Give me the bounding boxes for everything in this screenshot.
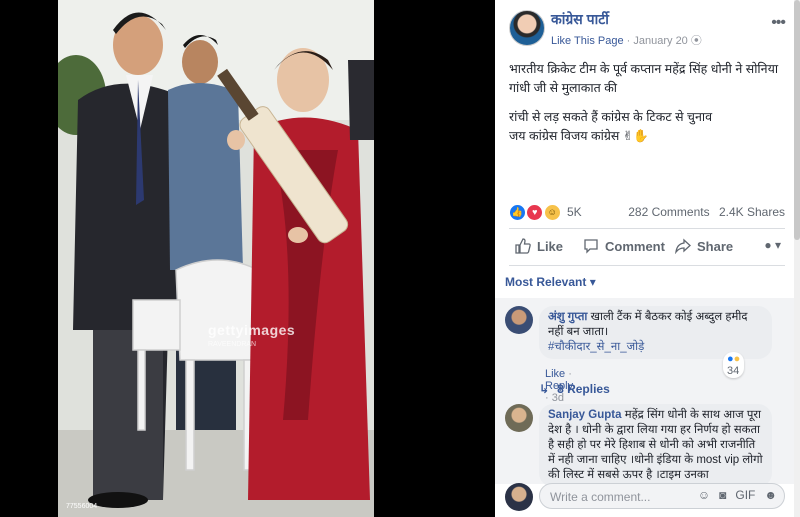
post-actions: Like Comment Share ● ▾: [509, 234, 785, 260]
scrollbar[interactable]: [794, 0, 800, 517]
avatar[interactable]: [505, 404, 533, 432]
reactions-count[interactable]: 5K: [567, 205, 582, 219]
reply-arrow-icon: ↳: [539, 382, 550, 396]
share-icon: [675, 238, 691, 254]
separator-dot: ·: [568, 368, 572, 380]
replies-label: 8 Replies: [557, 382, 610, 396]
comment-author[interactable]: अंशु गुप्ता: [548, 311, 587, 323]
thumbs-up-icon: [515, 238, 531, 254]
divider: [509, 228, 785, 229]
sticker-icon[interactable]: ☻: [764, 488, 777, 502]
post-photo[interactable]: gettyimages RAVEENDRAN 77556004: [58, 0, 374, 517]
reaction-icons[interactable]: 👍 ♥ ☺: [509, 204, 561, 221]
divider: [509, 265, 785, 266]
post-stats: 👍 ♥ ☺ 5K 282 Comments 2.4K Shares: [509, 203, 785, 221]
photo-illustration: [58, 0, 374, 517]
page-name-link[interactable]: कांग्रेस पार्टी: [551, 10, 609, 29]
post-text: भारतीय क्रिकेट टीम के पूर्व कप्तान महेंद…: [509, 60, 784, 156]
chevron-down-icon: ▾: [774, 238, 781, 252]
like-reaction-icon: 👍: [509, 204, 526, 221]
post-subline: Like This Page · January 20 ⦿: [551, 32, 702, 48]
sort-label: Most Relevant: [505, 275, 587, 289]
avatar: [505, 483, 533, 511]
view-replies-link[interactable]: ↳ 8 Replies: [539, 382, 610, 396]
gif-icon[interactable]: GIF: [735, 488, 755, 502]
watermark: gettyimages: [208, 322, 296, 338]
watermark-credit: RAVEENDRAN: [208, 341, 257, 348]
comments-shares: 282 Comments 2.4K Shares: [628, 205, 785, 219]
haha-reaction-icon: ☺: [543, 204, 561, 221]
post-text-line: रांची से लड़ सकते हैं कांग्रेस के टिकट स…: [509, 110, 713, 124]
comment-label: Comment: [605, 238, 665, 254]
photo-viewer: gettyimages RAVEENDRAN 77556004: [0, 0, 495, 517]
comment-like-link[interactable]: Like: [545, 368, 565, 380]
page-avatar[interactable]: [509, 10, 545, 46]
post-panel: कांग्रेस पार्टी Like This Page · January…: [495, 0, 800, 517]
scrollbar-thumb[interactable]: [794, 0, 800, 240]
comment-input-icons: ☺ ◙ GIF ☻: [698, 488, 777, 502]
audience-selector[interactable]: ● ▾: [764, 238, 781, 252]
photo-id: 77556004: [66, 503, 98, 510]
comment-reaction-count: 34: [727, 365, 740, 377]
chevron-down-icon: ▾: [589, 275, 596, 289]
like-label: Like: [537, 238, 564, 254]
comment-reactions[interactable]: ●● 34: [723, 352, 745, 378]
comment-icon: [584, 239, 598, 254]
globe-icon: ⦿: [690, 35, 702, 47]
post-text-line: भारतीय क्रिकेट टीम के पूर्व कप्तान महेंद…: [509, 62, 779, 95]
comment-button[interactable]: Comment: [583, 238, 665, 254]
comment-bubble: अंशु गुप्ता खाली टैंक में बैठकर कोई अब्द…: [539, 306, 772, 359]
haha-reaction-icon: ●: [733, 353, 741, 365]
comment-sort-dropdown[interactable]: Most Relevant ▾: [505, 275, 596, 289]
love-reaction-icon: ♥: [526, 204, 544, 221]
avatar[interactable]: [505, 306, 533, 334]
like-reaction-icon: ●: [727, 353, 734, 365]
post-date[interactable]: January 20: [633, 35, 687, 47]
avatar-small-icon: ●: [764, 238, 772, 252]
emoji-icon[interactable]: ☺: [698, 488, 710, 502]
like-page-link[interactable]: Like This Page: [551, 35, 624, 47]
write-comment-row: Write a comment... ☺ ◙ GIF ☻: [505, 482, 785, 512]
share-label: Share: [697, 238, 734, 254]
comment-bubble: Sanjay Gupta महेंद्र सिंग धोनी के साथ आज…: [539, 404, 772, 487]
share-button[interactable]: Share: [675, 238, 733, 254]
post-header: कांग्रेस पार्टी Like This Page · January…: [509, 10, 789, 50]
camera-icon[interactable]: ◙: [719, 488, 726, 502]
comment-author[interactable]: Sanjay Gupta: [548, 409, 622, 421]
more-options-icon[interactable]: •••: [771, 14, 786, 32]
post-text-line: जय कांग्रेस विजय कांग्रेस ✌✋: [509, 129, 649, 143]
hashtag-link[interactable]: #चौकीदार_से_ना_जोड़े: [548, 341, 644, 353]
shares-count[interactable]: 2.4K Shares: [719, 205, 785, 219]
comments-count[interactable]: 282 Comments: [628, 205, 709, 219]
like-button[interactable]: Like: [515, 238, 563, 254]
